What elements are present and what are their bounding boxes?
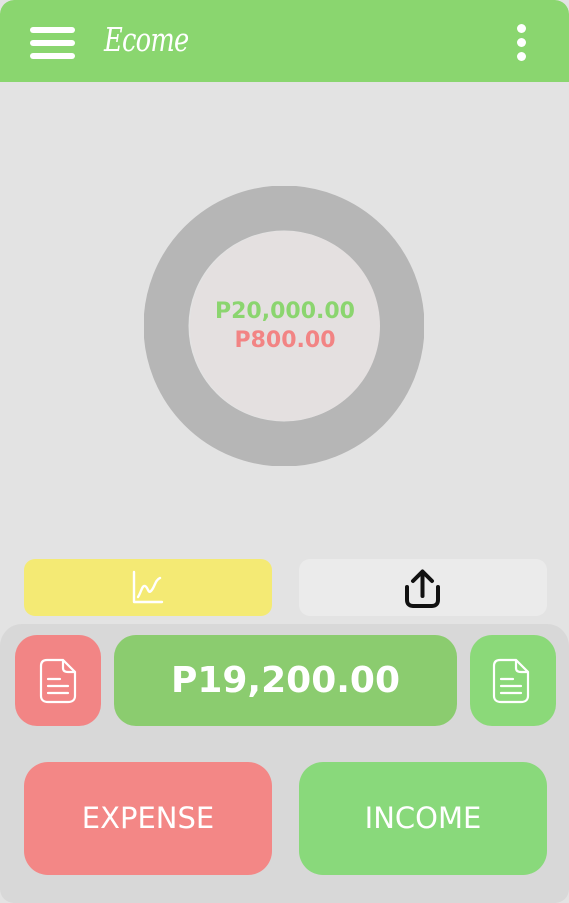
expense-button[interactable]: EXPENSE: [24, 762, 272, 875]
document-icon: [492, 658, 530, 704]
more-dot-top: [517, 24, 526, 33]
expense-total: P800.00: [234, 328, 336, 353]
upload-icon: [405, 569, 440, 608]
balance-button[interactable]: P19,200.00: [114, 635, 457, 726]
menu-line-bottom: [30, 53, 75, 59]
top-app-bar: Ecome: [0, 0, 569, 82]
income-total: P20,000.00: [215, 299, 355, 324]
more-dot-middle: [517, 38, 526, 47]
menu-icon[interactable]: [30, 23, 75, 59]
line-chart-icon: [132, 570, 164, 604]
document-icon: [39, 658, 77, 704]
budget-app-screen: Ecome P20,000.00 P800.00 P19,200.00 EXPE: [0, 0, 569, 903]
more-vertical-icon[interactable]: [512, 22, 532, 62]
income-button[interactable]: INCOME: [299, 762, 547, 875]
menu-line-top: [30, 27, 75, 33]
more-dot-bottom: [517, 52, 526, 61]
menu-line-middle: [30, 40, 75, 46]
app-title: Ecome: [104, 20, 189, 59]
